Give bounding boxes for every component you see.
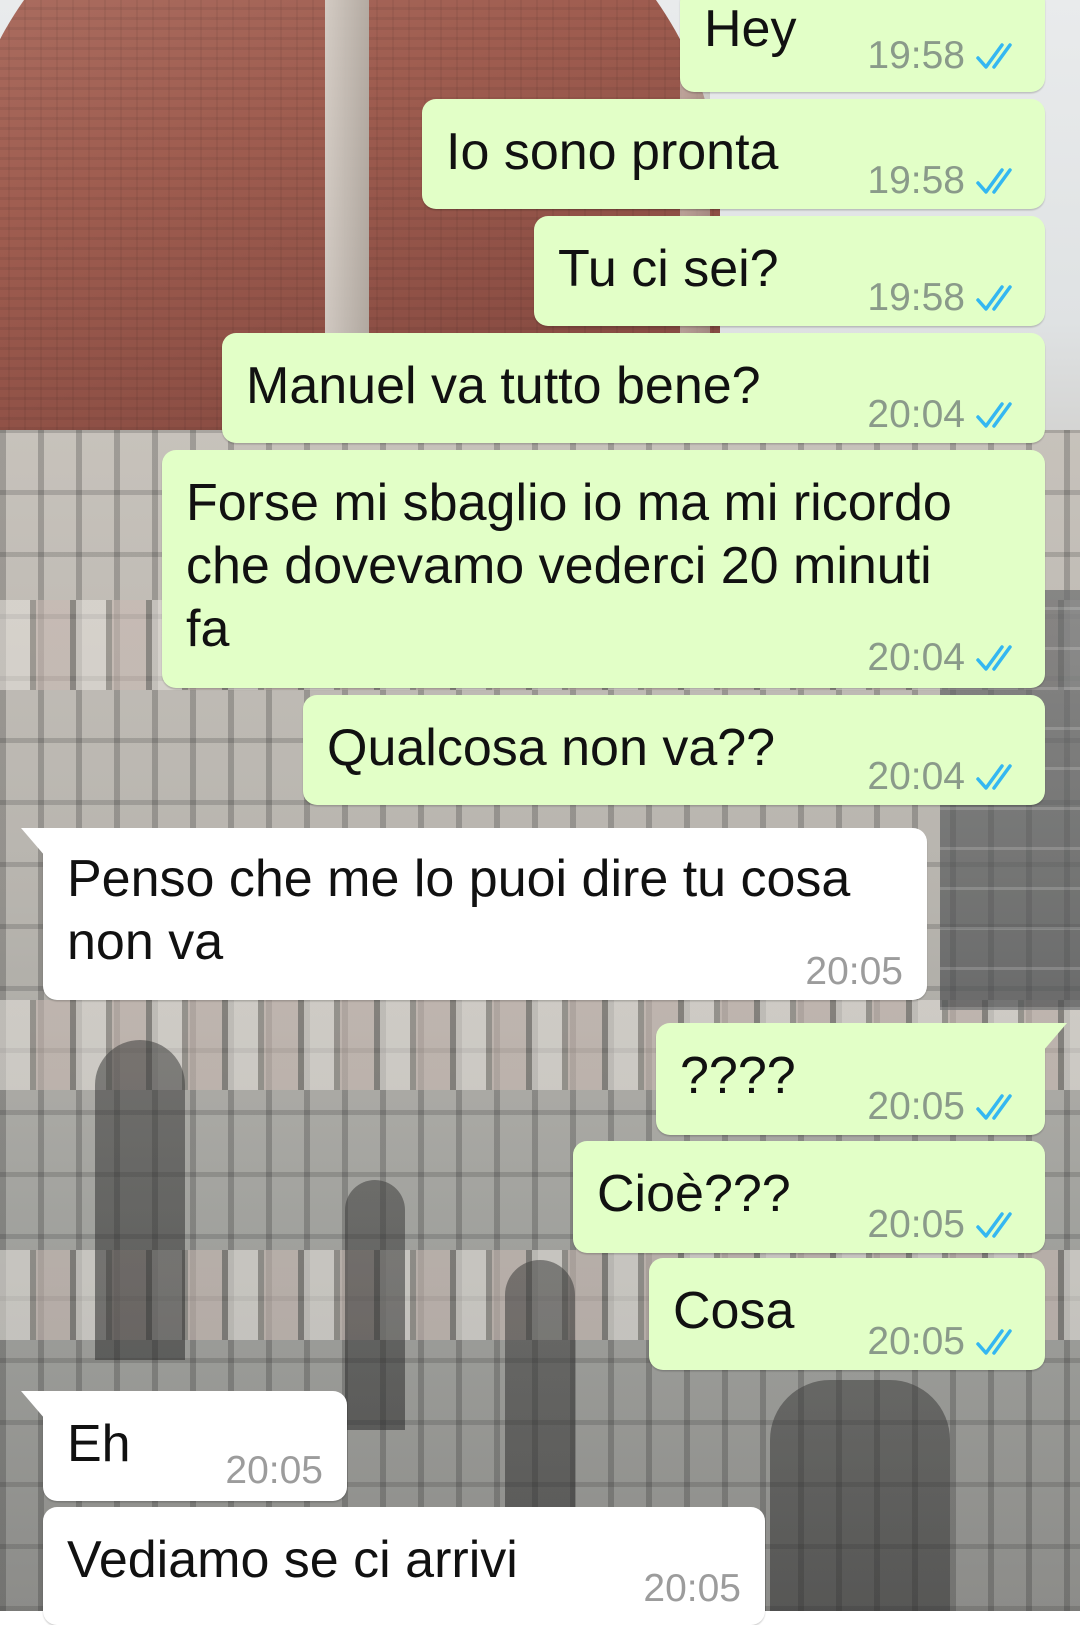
- outgoing-message[interactable]: Cioè??? 20:05: [573, 1141, 1045, 1253]
- message-text: Cosa: [673, 1282, 795, 1340]
- message-text: Manuel va tutto bene?: [246, 357, 761, 415]
- message-text: Forse mi sbaglio io ma mi ricordo che do…: [186, 474, 952, 658]
- message-meta: 20:04: [867, 745, 1021, 808]
- message-text: Io sono pronta: [446, 123, 779, 181]
- read-double-tick-icon: [976, 167, 1012, 194]
- outgoing-message[interactable]: ???? 20:05: [656, 1023, 1067, 1138]
- read-double-tick-icon: [976, 284, 1012, 311]
- incoming-message[interactable]: Penso che me lo puoi dire tu cosa non va…: [21, 828, 927, 1003]
- message-time: 20:04: [867, 755, 965, 798]
- message-text: Hey: [704, 0, 797, 58]
- outgoing-message[interactable]: Forse mi sbaglio io ma mi ricordo che do…: [162, 450, 1045, 688]
- read-double-tick-icon: [976, 42, 1012, 69]
- message-meta: 20:04: [867, 626, 1021, 689]
- message-text: Cioè???: [597, 1165, 791, 1223]
- message-time: 20:05: [867, 1320, 965, 1363]
- outgoing-message[interactable]: Cosa 20:05: [649, 1258, 1045, 1370]
- message-time: 20:04: [867, 393, 965, 436]
- chat-thread: Hey 19:58 Io sono pronta 19:58 Tu ci sei…: [0, 0, 1080, 1625]
- message-meta: 20:05: [867, 1193, 1021, 1256]
- message-text: Penso che me lo puoi dire tu cosa non va: [67, 850, 851, 971]
- message-meta: 20:05: [867, 1310, 1021, 1373]
- read-double-tick-icon: [976, 401, 1012, 428]
- message-time: 20:05: [805, 950, 903, 993]
- read-double-tick-icon: [976, 644, 1012, 671]
- message-text: Qualcosa non va??: [327, 719, 776, 777]
- read-double-tick-icon: [976, 1211, 1012, 1238]
- incoming-message[interactable]: Eh 20:05: [21, 1391, 347, 1502]
- message-text: Tu ci sei?: [558, 240, 779, 298]
- read-double-tick-icon: [976, 763, 1012, 790]
- message-text: Vediamo se ci arrivi: [67, 1531, 518, 1589]
- outgoing-message[interactable]: Qualcosa non va?? 20:04: [303, 695, 1045, 805]
- message-meta: 19:58: [867, 24, 1021, 87]
- message-time: 20:05: [867, 1203, 965, 1246]
- outgoing-message[interactable]: Hey 19:58: [680, 0, 1045, 92]
- message-text: ????: [680, 1047, 796, 1105]
- message-time: 20:05: [867, 1085, 965, 1128]
- message-meta: 19:58: [867, 266, 1021, 329]
- message-meta: 20:05: [867, 1075, 1021, 1138]
- message-text: Eh: [67, 1415, 131, 1473]
- outgoing-message[interactable]: Tu ci sei? 19:58: [534, 216, 1045, 326]
- bubble-tail: [1043, 1023, 1067, 1051]
- read-double-tick-icon: [976, 1093, 1012, 1120]
- message-meta: 20:04: [867, 383, 1021, 446]
- outgoing-message[interactable]: Manuel va tutto bene? 20:04: [222, 333, 1045, 443]
- read-double-tick-icon: [976, 1328, 1012, 1355]
- message-meta: 20:05: [805, 940, 903, 1003]
- bubble-tail: [21, 1391, 45, 1419]
- incoming-message[interactable]: Vediamo se ci arrivi 20:05: [43, 1507, 765, 1625]
- message-meta: 19:58: [867, 149, 1021, 212]
- message-meta: 20:05: [225, 1439, 323, 1502]
- message-time: 19:58: [867, 159, 965, 202]
- outgoing-message[interactable]: Io sono pronta 19:58: [422, 99, 1045, 209]
- message-time: 19:58: [867, 276, 965, 319]
- message-time: 19:58: [867, 34, 965, 77]
- bubble-tail: [21, 828, 45, 856]
- message-time: 20:05: [225, 1449, 323, 1492]
- message-time: 20:04: [867, 636, 965, 679]
